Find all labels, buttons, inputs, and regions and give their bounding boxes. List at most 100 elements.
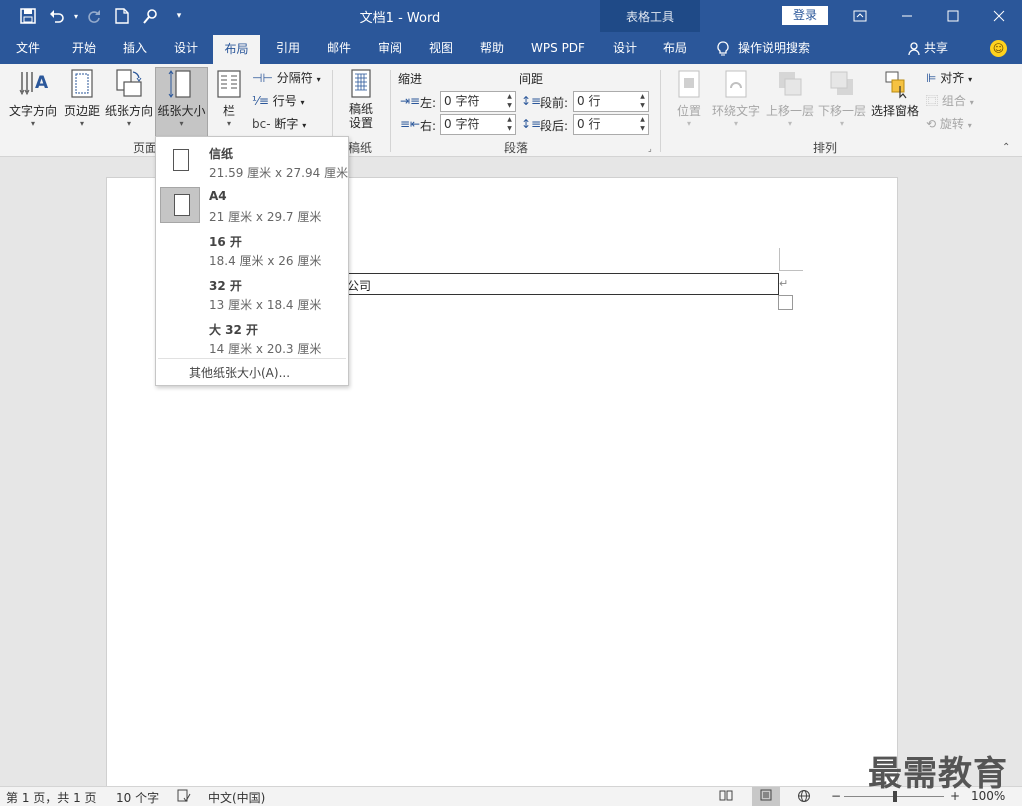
cell-text: 公司: [347, 279, 372, 293]
person-icon: [908, 41, 920, 55]
tab-wps-pdf[interactable]: WPS PDF: [520, 32, 596, 64]
size-button[interactable]: 纸张大小 ▾: [155, 67, 208, 139]
paper-size-name: 信纸: [209, 147, 234, 161]
spinner-arrows-icon[interactable]: ▲ ▼: [505, 92, 514, 111]
redo-icon[interactable]: [84, 6, 104, 26]
paper-size-option[interactable]: 大 32 开 14 厘米 x 20.3 厘米: [156, 315, 348, 359]
paper-size-icon: [168, 70, 191, 98]
tab-insert[interactable]: 插入: [110, 32, 160, 64]
share-button[interactable]: 共享: [908, 32, 948, 64]
print-layout-icon[interactable]: [752, 787, 780, 806]
arrange-group-label: 排列: [813, 141, 838, 155]
read-mode-icon[interactable]: [719, 789, 733, 804]
wrap-text-button[interactable]: 环绕文字 ▾: [708, 68, 764, 138]
watermark-logo: 最需教育: [868, 754, 1008, 794]
undo-icon[interactable]: [47, 6, 67, 26]
paper-size-dimensions: 14 厘米 x 20.3 厘米: [209, 342, 322, 356]
touch-mode-icon[interactable]: [141, 6, 161, 26]
position-button[interactable]: 位置 ▾: [672, 68, 706, 138]
tab-design[interactable]: 设计: [160, 32, 212, 64]
tab-view[interactable]: 视图: [416, 32, 466, 64]
more-paper-sizes[interactable]: 其他纸张大小(A)...: [189, 364, 290, 381]
align-label: 对齐: [940, 71, 965, 85]
undo-dropdown-icon[interactable]: ▾: [66, 6, 86, 26]
tab-file[interactable]: 文件: [4, 32, 52, 64]
tab-references[interactable]: 引用: [262, 32, 314, 64]
align-button[interactable]: ⊫ 对齐 ▾: [926, 68, 972, 88]
manuscript-group-label: 稿纸: [348, 141, 373, 155]
tab-mailings[interactable]: 邮件: [314, 32, 364, 64]
spacing-before-input[interactable]: 0 行 ▲ ▼: [573, 91, 649, 112]
text-direction-icon: A: [19, 72, 48, 96]
selection-pane-label: 选择窗格: [870, 104, 919, 118]
line-numbers-label: 行号: [272, 94, 297, 108]
wrap-text-icon: [725, 70, 747, 98]
tab-review[interactable]: 审阅: [364, 32, 416, 64]
spinner-arrows-icon[interactable]: ▲ ▼: [638, 92, 647, 111]
paper-size-option[interactable]: 16 开 18.4 厘米 x 26 厘米: [156, 227, 348, 271]
rotate-button[interactable]: ⟲ 旋转 ▾: [926, 114, 972, 134]
bring-forward-icon: [779, 72, 802, 96]
group-objects-dropdown-icon: ▾: [969, 98, 974, 107]
maximize-icon[interactable]: [938, 4, 968, 28]
columns-label: 栏: [222, 104, 235, 118]
text-direction-button[interactable]: A 文字方向 ▾: [6, 68, 60, 138]
zoom-out-icon[interactable]: −: [831, 789, 841, 803]
table-resize-handle[interactable]: [778, 295, 793, 310]
language-indicator[interactable]: 中文(中国): [208, 789, 265, 806]
close-icon[interactable]: [984, 4, 1014, 28]
minimize-icon[interactable]: [892, 4, 922, 28]
proofing-icon[interactable]: [177, 789, 191, 806]
ribbon-tabs: 文件 开始 插入 设计 布局 引用 邮件 审阅 视图 帮助 WPS PDF 设计…: [0, 32, 1022, 64]
save-icon[interactable]: [18, 6, 38, 26]
send-backward-button[interactable]: 下移一层 ▾: [816, 68, 868, 138]
share-label: 共享: [924, 41, 949, 55]
word-count[interactable]: 10 个字: [116, 789, 159, 806]
spinner-arrows-icon[interactable]: ▲ ▼: [505, 115, 514, 134]
bring-forward-button[interactable]: 上移一层 ▾: [764, 68, 816, 138]
customize-icon[interactable]: ▾: [169, 6, 189, 26]
paper-size-option[interactable]: A4 21 厘米 x 29.7 厘米: [156, 183, 348, 227]
breaks-button[interactable]: ⊣⊢ 分隔符 ▾: [252, 68, 321, 88]
new-document-icon[interactable]: [112, 6, 132, 26]
position-dropdown-icon: ▾: [686, 119, 691, 128]
smiley-feedback-icon[interactable]: ☺: [990, 40, 1007, 57]
indent-left-input[interactable]: 0 字符 ▲ ▼: [440, 91, 516, 112]
position-icon: [678, 70, 700, 98]
paper-size-option[interactable]: 32 开 13 厘米 x 18.4 厘米: [156, 271, 348, 315]
tab-help[interactable]: 帮助: [466, 32, 518, 64]
margins-button[interactable]: 页边距 ▾: [62, 68, 102, 138]
spinner-arrows-icon[interactable]: ▲ ▼: [638, 115, 647, 134]
dialog-launcher-icon[interactable]: ⌟: [648, 144, 652, 153]
text-direction-dropdown-icon: ▾: [30, 119, 35, 128]
send-backward-icon: [830, 71, 853, 95]
orientation-button[interactable]: 纸张方向 ▾: [104, 68, 154, 138]
line-numbers-button[interactable]: ⅟≡ 行号 ▾: [252, 91, 305, 111]
indent-left-icon: ⇥≡: [400, 94, 421, 108]
ribbon-display-options-icon[interactable]: [845, 4, 875, 28]
tell-me-search[interactable]: 操作说明搜索: [716, 32, 810, 64]
page-count[interactable]: 第 1 页，共 1 页: [6, 789, 97, 806]
indent-right-input[interactable]: 0 字符 ▲ ▼: [440, 114, 516, 135]
web-layout-icon[interactable]: [797, 789, 811, 806]
columns-button[interactable]: 栏 ▾: [212, 68, 246, 138]
wrap-text-dropdown-icon: ▾: [733, 119, 738, 128]
group-objects-label: 组合: [941, 94, 966, 108]
tab-layout[interactable]: 布局: [213, 35, 260, 64]
manuscript-settings-button[interactable]: 稿纸 设置: [340, 68, 382, 138]
login-button[interactable]: 登录: [782, 6, 828, 25]
tab-home[interactable]: 开始: [58, 32, 110, 64]
selection-pane-button[interactable]: 选择窗格: [868, 68, 922, 138]
group-objects-button[interactable]: ⿴ 组合 ▾: [926, 91, 974, 111]
tab-table-layout[interactable]: 布局: [650, 32, 700, 64]
spacing-before-value: 0 行: [577, 94, 601, 108]
spacing-after-input[interactable]: 0 行 ▲ ▼: [573, 114, 649, 135]
tab-table-design[interactable]: 设计: [600, 32, 650, 64]
collapse-ribbon-icon[interactable]: ⌃: [1002, 142, 1010, 153]
hyphenation-button[interactable]: bc- 断字 ▾: [252, 114, 306, 134]
margins-dropdown-icon: ▾: [79, 119, 84, 128]
page-setup-group-label: 页面: [133, 141, 158, 155]
indent-right-icon: ≡⇤: [400, 117, 421, 131]
svg-text:A: A: [35, 73, 48, 93]
paper-size-option[interactable]: 信纸 21.59 厘米 x 27.94 厘米: [156, 139, 348, 183]
